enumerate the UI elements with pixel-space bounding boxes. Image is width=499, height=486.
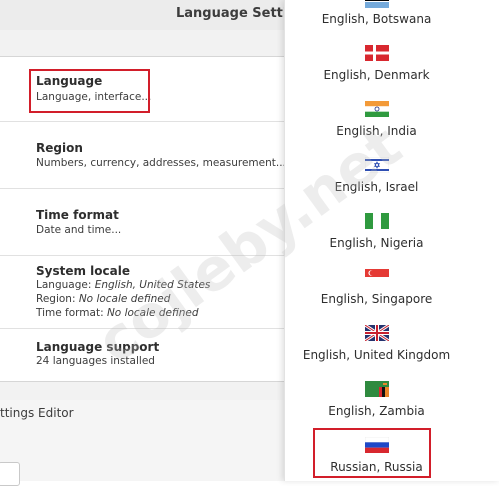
setting-time-format-subtitle: Date and time... bbox=[36, 224, 122, 236]
zambia-flag-icon bbox=[365, 381, 389, 397]
setting-region-subtitle: Numbers, currency, addresses, measuremen… bbox=[36, 157, 286, 169]
dropdown-item-label: English, Zambia bbox=[328, 404, 425, 418]
dropdown-item-label: English, Denmark bbox=[323, 68, 430, 82]
dropdown-item-israel[interactable]: English, Israel bbox=[284, 155, 454, 199]
setting-region[interactable]: Region Numbers, currency, addresses, mea… bbox=[0, 122, 286, 189]
dropdown-item-denmark[interactable]: English, Denmark bbox=[284, 43, 454, 87]
israel-flag-icon bbox=[365, 157, 389, 173]
dropdown-item-label: English, Israel bbox=[334, 180, 419, 194]
dropdown-item-singapore[interactable]: English, Singapore bbox=[284, 267, 454, 311]
setting-language-support-title: Language support bbox=[36, 340, 160, 354]
system-locale-language: Language: English, United States bbox=[36, 279, 211, 291]
denmark-flag-icon bbox=[365, 45, 389, 61]
system-locale-region: Region: No locale defined bbox=[36, 293, 171, 305]
setting-system-locale[interactable]: System locale Language: English, United … bbox=[0, 256, 284, 329]
russia-highlight-box bbox=[313, 428, 431, 478]
setting-language-support-subtitle: 24 languages installed bbox=[36, 355, 155, 367]
singapore-flag-icon bbox=[365, 269, 389, 285]
setting-time-format[interactable]: Time format Date and time... bbox=[0, 189, 284, 256]
dropdown-item-nigeria[interactable]: English, Nigeria bbox=[284, 211, 454, 255]
nigeria-flag-icon bbox=[365, 213, 389, 229]
united-kingdom-flag-icon bbox=[365, 325, 389, 341]
setting-region-title: Region bbox=[36, 141, 83, 155]
dropdown-item-india[interactable]: English, India bbox=[284, 99, 454, 143]
india-flag-icon bbox=[365, 101, 389, 117]
setting-system-locale-title: System locale bbox=[36, 264, 130, 278]
title-bar: Language Settings bbox=[0, 0, 314, 30]
setting-language-support[interactable]: Language support 24 languages installed bbox=[0, 329, 284, 381]
background-window-title: ttings Editor bbox=[0, 406, 74, 420]
language-highlight-box bbox=[29, 69, 150, 113]
dropdown-item-united-kingdom[interactable]: English, United Kingdom bbox=[284, 323, 454, 367]
dropdown-item-label: English, Singapore bbox=[320, 292, 433, 306]
dropdown-item-label: English, Nigeria bbox=[329, 236, 424, 250]
setting-time-format-title: Time format bbox=[36, 208, 119, 222]
dropdown-item-label: English, India bbox=[336, 124, 417, 138]
dropdown-item-zambia[interactable]: English, Zambia bbox=[284, 379, 454, 423]
system-locale-time: Time format: No locale defined bbox=[36, 307, 199, 319]
dropdown-item-label: English, Botswana bbox=[321, 12, 432, 26]
dropdown-item-label: English, United Kingdom bbox=[302, 348, 451, 362]
dropdown-item-botswana[interactable]: English, Botswana bbox=[284, 0, 454, 30]
background-button[interactable] bbox=[0, 462, 20, 486]
botswana-flag-icon bbox=[365, 0, 389, 8]
